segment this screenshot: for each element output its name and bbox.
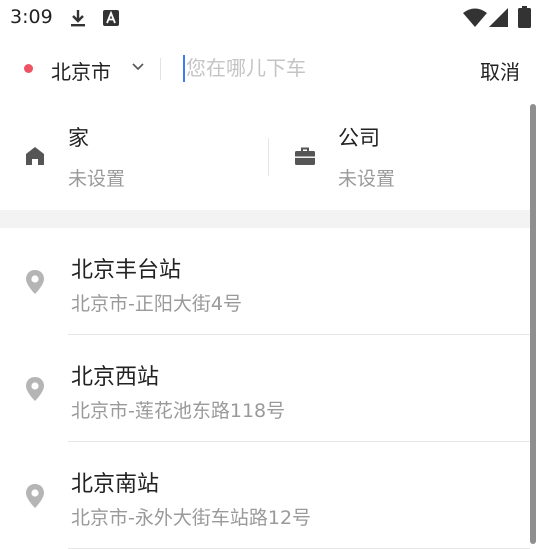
search-bar: 北京市 取消: [0, 36, 540, 100]
city-selector[interactable]: 北京市: [51, 56, 111, 85]
result-name: 北京西站: [71, 365, 160, 390]
destination-search-input[interactable]: [186, 52, 446, 84]
shortcut-divider: [268, 138, 269, 176]
cell-signal-icon: [489, 8, 508, 27]
location-pin-icon: [26, 377, 44, 401]
search-results-list: 北京丰台站 北京市-正阳大街4号 北京西站 北京市-莲花池东路118号 北京南站…: [0, 228, 530, 549]
result-item[interactable]: 北京南站 北京市-永外大街车站路12号: [0, 442, 530, 549]
app-a-icon: [103, 10, 119, 26]
wifi-icon: [463, 8, 487, 27]
status-time: 3:09: [10, 6, 53, 28]
scrollbar-thumb[interactable]: [530, 104, 536, 544]
result-name: 北京丰台站: [71, 258, 182, 283]
shortcut-home-subtitle: 未设置: [68, 168, 126, 190]
result-address: 北京市-莲花池东路118号: [71, 400, 286, 422]
result-item[interactable]: 北京西站 北京市-莲花池东路118号: [0, 335, 530, 442]
result-address: 北京市-永外大街车站路12号: [71, 507, 312, 529]
result-address: 北京市-正阳大街4号: [71, 293, 242, 315]
shortcut-work[interactable]: 公司 未设置: [270, 104, 530, 210]
shortcut-work-title: 公司: [338, 126, 380, 150]
shortcut-home[interactable]: 家 未设置: [0, 104, 268, 210]
result-name: 北京南站: [71, 472, 160, 497]
battery-icon: [518, 6, 531, 28]
location-pin-icon: [26, 484, 44, 508]
chevron-down-icon[interactable]: [131, 62, 145, 72]
shortcut-home-title: 家: [68, 126, 89, 150]
home-icon: [26, 147, 44, 165]
search-separator: [160, 58, 161, 80]
section-gap: [0, 210, 530, 228]
briefcase-icon: [295, 147, 315, 165]
location-pin-icon: [26, 270, 44, 294]
status-bar: 3:09: [0, 0, 540, 36]
text-caret: [183, 55, 185, 82]
download-icon: [71, 10, 85, 27]
shortcuts-row: 家 未设置 公司 未设置: [0, 104, 530, 210]
city-indicator-dot: [24, 64, 33, 73]
result-item[interactable]: 北京丰台站 北京市-正阳大街4号: [0, 228, 530, 335]
cancel-button[interactable]: 取消: [480, 56, 520, 85]
shortcut-work-subtitle: 未设置: [338, 168, 396, 190]
